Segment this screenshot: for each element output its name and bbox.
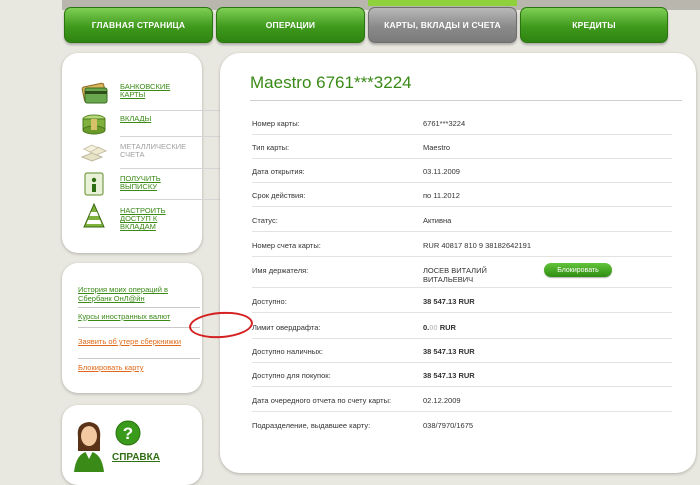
sidebar-item-bank-cards[interactable]: БАНКОВСКИЕ КАРТЫ — [80, 79, 180, 105]
holder-name-value: ЛОСЕВ ВИТАЛИЙ ВИТАЛЬЕВИЧ — [423, 266, 487, 284]
active-tab-indicator — [368, 0, 517, 6]
expiry-row: Срок действия: по 11.2012 — [252, 183, 672, 207]
card-number-row: Номер карты: 6761***3224 — [252, 111, 672, 135]
purchase-available-label: Доступно для покупок: — [252, 371, 331, 380]
card-type-row: Тип карты: Maestro — [252, 135, 672, 159]
sidebar-item-label: МЕТАЛЛИЧЕСКИЕ СЧЕТА — [120, 142, 187, 159]
available-row: Доступно: 38 547.13 RUR — [252, 289, 672, 313]
metal-bars-icon — [80, 144, 108, 162]
account-number-row: Номер счета карты: RUR 40817 810 9 38182… — [252, 233, 672, 257]
available-value: 38 547.13 RUR — [423, 297, 475, 306]
account-number-value: RUR 40817 810 9 38182642191 — [423, 241, 532, 250]
issuing-branch-value: 038/7970/1675 — [423, 421, 474, 430]
card-number-label: Номер карты: — [252, 119, 300, 128]
account-number-label: Номер счета карты: — [252, 241, 321, 250]
row-divider — [252, 231, 672, 232]
holder-name-label: Имя держателя: — [252, 266, 309, 275]
sidebar-item-deposits[interactable]: ВКЛАДЫ — [80, 111, 151, 137]
currency-rates-link[interactable]: Курсы иностранных валют — [78, 312, 170, 321]
open-date-row: Дата открытия: 03.11.2009 — [252, 159, 672, 183]
title-divider — [250, 100, 682, 101]
card-details-panel: Maestro 6761***3224 Номер карты: 6761***… — [220, 53, 696, 473]
overdraft-currency: RUR — [437, 323, 456, 332]
assistant-avatar — [74, 422, 104, 472]
cash-available-label: Доступно наличных: — [252, 347, 323, 356]
sidebar-item-label: ПОЛУЧИТЬ ВЫПИСКУ — [120, 174, 161, 191]
sidebar-item-metal-accounts[interactable]: МЕТАЛЛИЧЕСКИЕ СЧЕТА — [80, 139, 187, 165]
issuing-branch-row: Подразделение, выдавшее карту: 038/7970/… — [252, 413, 672, 437]
overdraft-limit-value: 0.00 RUR — [423, 323, 456, 332]
links-divider — [78, 327, 200, 328]
sidebar-item-deposit-access[interactable]: НАСТРОИТЬ ДОСТУП К ВКЛАДАМ — [80, 203, 180, 231]
overdraft-frac: 00 — [429, 323, 438, 332]
row-divider — [252, 312, 672, 313]
links-divider — [78, 307, 200, 308]
tab-credits[interactable]: КРЕДИТЫ — [520, 7, 668, 43]
overdraft-limit-label: Лимит овердрафта: — [252, 323, 321, 332]
cash-available-value: 38 547.13 RUR — [423, 347, 475, 356]
expiry-label: Срок действия: — [252, 191, 306, 200]
sidebar-item-label: НАСТРОИТЬ ДОСТУП К ВКЛАДАМ — [120, 206, 166, 231]
page-title: Maestro 6761***3224 — [250, 73, 412, 92]
status-value: Активна — [423, 216, 452, 225]
next-statement-row: Дата очередного отчета по счету карты: 0… — [252, 388, 672, 412]
sidebar-item-get-statement[interactable]: ПОЛУЧИТЬ ВЫПИСКУ — [80, 171, 180, 197]
block-card-button[interactable]: Блокировать — [544, 263, 612, 277]
expiry-value: по 11.2012 — [423, 191, 460, 200]
statement-info-icon — [84, 172, 104, 196]
operations-history-link[interactable]: История моих операций в Сбербанк ОнЛ@йн — [78, 285, 188, 303]
purchase-available-value: 38 547.13 RUR — [423, 371, 475, 380]
card-number-value: 6761***3224 — [423, 119, 466, 128]
row-divider — [252, 256, 672, 257]
card-type-value: Maestro — [423, 143, 451, 152]
help-panel: ? СПРАВКА — [62, 405, 202, 485]
top-navigation: ГЛАВНАЯ СТРАНИЦА ОПЕРАЦИИ КАРТЫ, ВКЛАДЫ … — [0, 0, 700, 48]
row-divider — [252, 386, 672, 387]
issuing-branch-label: Подразделение, выдавшее карту: — [252, 421, 371, 430]
cash-available-row: Доступно наличных: 38 547.13 RUR — [252, 339, 672, 363]
open-date-label: Дата открытия: — [252, 167, 305, 176]
card-type-label: Тип карты: — [252, 143, 290, 152]
access-cone-icon — [83, 203, 105, 228]
available-label: Доступно: — [252, 297, 287, 306]
row-divider — [252, 287, 672, 288]
purchase-available-row: Доступно для покупок: 38 547.13 RUR — [252, 363, 672, 387]
status-row: Статус: Активна — [252, 208, 672, 232]
sidebar-links-panel: История моих операций в Сбербанк ОнЛ@йн … — [62, 263, 202, 393]
money-stack-icon — [82, 114, 106, 135]
overdraft-limit-row: Лимит овердрафта: 0.00 RUR — [252, 315, 672, 339]
status-label: Статус: — [252, 216, 278, 225]
svg-text:?: ? — [123, 424, 133, 443]
row-divider — [252, 411, 672, 412]
tab-operations[interactable]: ОПЕРАЦИИ — [216, 7, 365, 43]
block-card-link[interactable]: Блокировать карту — [78, 363, 144, 372]
report-lost-passbook-link[interactable]: Заявить об утере сберкнижки — [78, 337, 181, 346]
tab-cards-deposits-accounts[interactable]: КАРТЫ, ВКЛАДЫ И СЧЕТА — [368, 7, 517, 43]
help-question-icon[interactable]: ? — [115, 420, 141, 446]
next-statement-value: 02.12.2009 — [423, 396, 461, 405]
sidebar-menu-panel: БАНКОВСКИЕ КАРТЫ ВКЛАДЫ МЕТАЛЛИЧЕСКИЕ СЧ… — [62, 53, 242, 253]
sidebar-item-label: ВКЛАДЫ — [120, 114, 152, 123]
tab-home[interactable]: ГЛАВНАЯ СТРАНИЦА — [64, 7, 213, 43]
sidebar-item-label: БАНКОВСКИЕ КАРТЫ — [120, 82, 171, 99]
help-link[interactable]: СПРАВКА — [112, 452, 160, 463]
links-divider — [78, 358, 200, 359]
next-statement-label: Дата очередного отчета по счету карты: — [252, 396, 392, 405]
open-date-value: 03.11.2009 — [423, 167, 460, 176]
bank-card-icon — [81, 82, 108, 104]
row-divider — [252, 206, 672, 207]
